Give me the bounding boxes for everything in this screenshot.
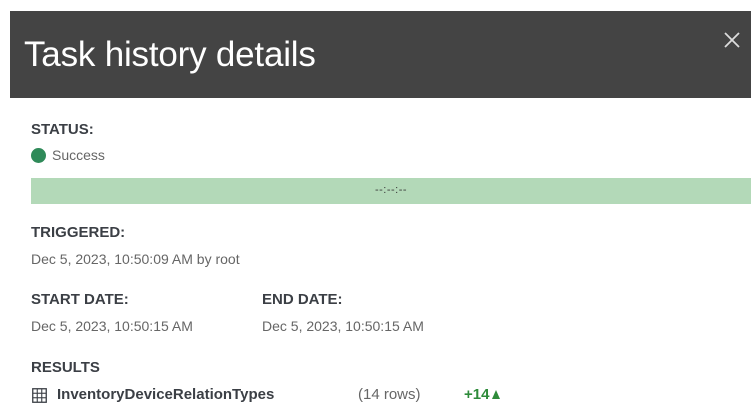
- triggered-label: TRIGGERED:: [31, 224, 126, 241]
- up-arrow-icon: [492, 390, 501, 399]
- result-diff-value: +14: [464, 386, 490, 403]
- end-date-label: END DATE:: [262, 291, 343, 308]
- status-indicator-icon: [31, 148, 46, 163]
- start-date-value: Dec 5, 2023, 10:50:15 AM: [31, 318, 193, 334]
- result-row-count: (14 rows): [358, 386, 421, 403]
- dialog-title: Task history details: [24, 35, 316, 74]
- start-date-label: START DATE:: [31, 291, 129, 308]
- dialog-header: Task history details: [10, 11, 751, 98]
- status-label: STATUS:: [31, 121, 94, 138]
- progress-bar: --:--:--: [31, 178, 751, 204]
- progress-text: --:--:--: [374, 184, 408, 196]
- table-icon: [32, 388, 47, 403]
- close-icon[interactable]: [721, 29, 743, 51]
- results-label: RESULTS: [31, 359, 100, 376]
- task-history-details-dialog: Task history details STATUS: Success --:…: [0, 0, 751, 407]
- result-table-name[interactable]: InventoryDeviceRelationTypes: [57, 386, 274, 403]
- triggered-value: Dec 5, 2023, 10:50:09 AM by root: [31, 251, 240, 267]
- result-diff-badge: +14: [464, 386, 501, 403]
- end-date-value: Dec 5, 2023, 10:50:15 AM: [262, 318, 424, 334]
- status-value: Success: [52, 147, 105, 163]
